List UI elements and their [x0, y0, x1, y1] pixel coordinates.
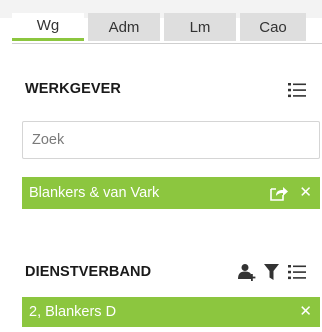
tab-cao[interactable]: Cao	[240, 13, 306, 41]
tab-lm[interactable]: Lm	[164, 13, 236, 41]
list-icon[interactable]	[288, 263, 306, 281]
dienstverband-selected-label: 2, Blankers D	[29, 304, 117, 320]
tab-bar: Wg Adm Lm Cao	[12, 13, 306, 43]
werkgever-selected-label: Blankers & van Vark	[29, 185, 160, 201]
dienstverband-selected[interactable]: 2, Blankers D ✕	[22, 297, 320, 327]
close-icon[interactable]: ✕	[299, 184, 312, 201]
tab-adm[interactable]: Adm	[88, 13, 160, 41]
filter-icon[interactable]	[264, 263, 282, 281]
add-person-icon[interactable]	[238, 263, 256, 281]
close-icon[interactable]: ✕	[299, 303, 312, 320]
open-external-icon[interactable]	[270, 185, 288, 201]
werkgever-title: WERKGEVER	[25, 81, 121, 97]
werkgever-search-input[interactable]	[22, 121, 320, 159]
werkgever-selected[interactable]: Blankers & van Vark ✕	[22, 177, 320, 209]
dienstverband-title: DIENSTVERBAND	[25, 264, 152, 280]
list-icon[interactable]	[288, 81, 306, 99]
tab-wg[interactable]: Wg	[12, 13, 84, 41]
tabs-divider	[12, 43, 322, 44]
